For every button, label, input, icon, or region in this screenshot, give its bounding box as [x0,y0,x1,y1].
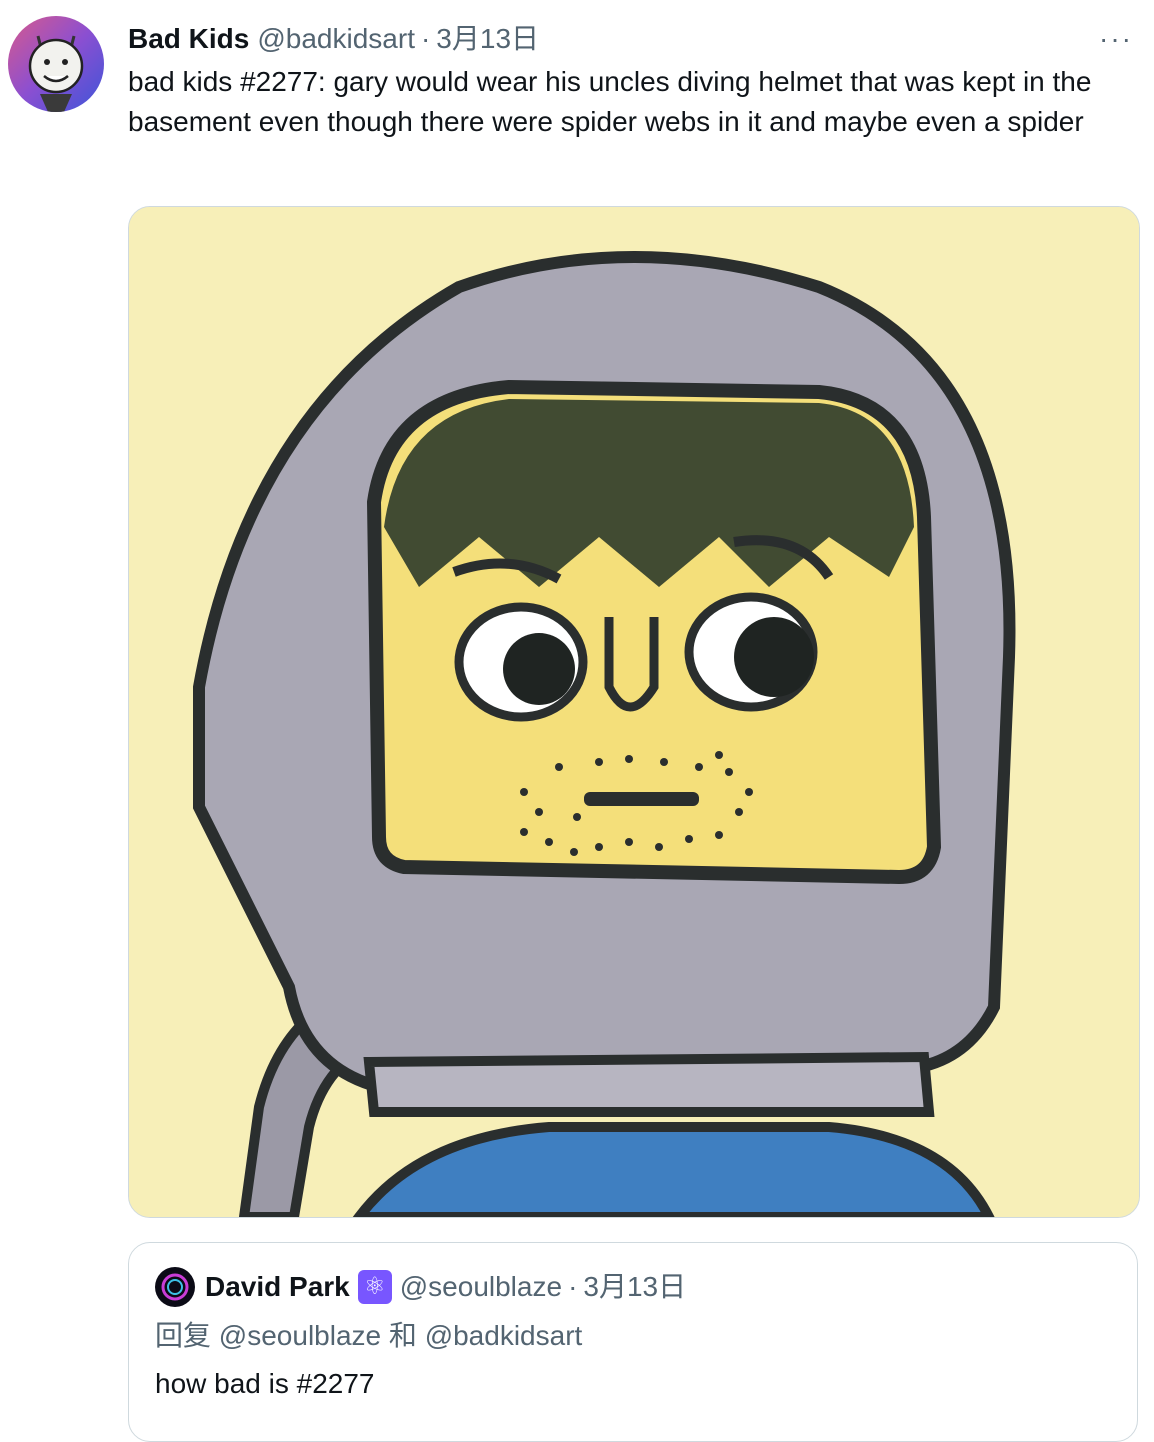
diving-helmet-kid-drawing-icon [129,207,1139,1217]
author-name[interactable]: Bad Kids [128,22,249,56]
author-avatar[interactable] [8,16,104,112]
quoted-author-name[interactable]: David Park [205,1268,350,1306]
tweet-media-image[interactable] [128,206,1140,1218]
reply-and: 和 [388,1320,417,1351]
avatar-ring-icon [158,1270,192,1304]
reply-user-link[interactable]: @badkidsart [425,1320,583,1351]
reply-prefix: 回复 [155,1320,212,1351]
tweet-header: Bad Kids @badkidsart · 3月13日 [128,22,1134,56]
bad-kid-face-avatar-icon [8,16,104,112]
tweet-text: bad kids #2277: gary would wear his uncl… [128,66,1092,137]
separator-dot: · [568,1271,578,1302]
atom-badge-icon: ⚛ [357,1270,392,1304]
reply-user-link[interactable]: @seoulblaze [219,1320,381,1351]
author-handle[interactable]: @badkidsart [257,22,415,56]
quoted-tweet-text: how bad is #2277 [155,1368,375,1399]
quoted-tweet-header: David Park ⚛ @seoulblaze · 3月13日 [155,1267,686,1307]
quoted-tweet-date: 3月13日 [583,1271,687,1302]
quoted-author-avatar[interactable] [155,1267,195,1307]
quoted-tweet[interactable]: David Park ⚛ @seoulblaze · 3月13日 回复 @seo… [128,1242,1138,1442]
separator-dot: · [420,23,431,54]
quoted-author-handle[interactable]: @seoulblaze [400,1268,562,1306]
tweet-date[interactable]: 3月13日 [436,22,539,56]
more-options-icon[interactable]: ··· [1096,23,1136,54]
reply-context: 回复 @seoulblaze 和 @badkidsart [155,1317,582,1355]
